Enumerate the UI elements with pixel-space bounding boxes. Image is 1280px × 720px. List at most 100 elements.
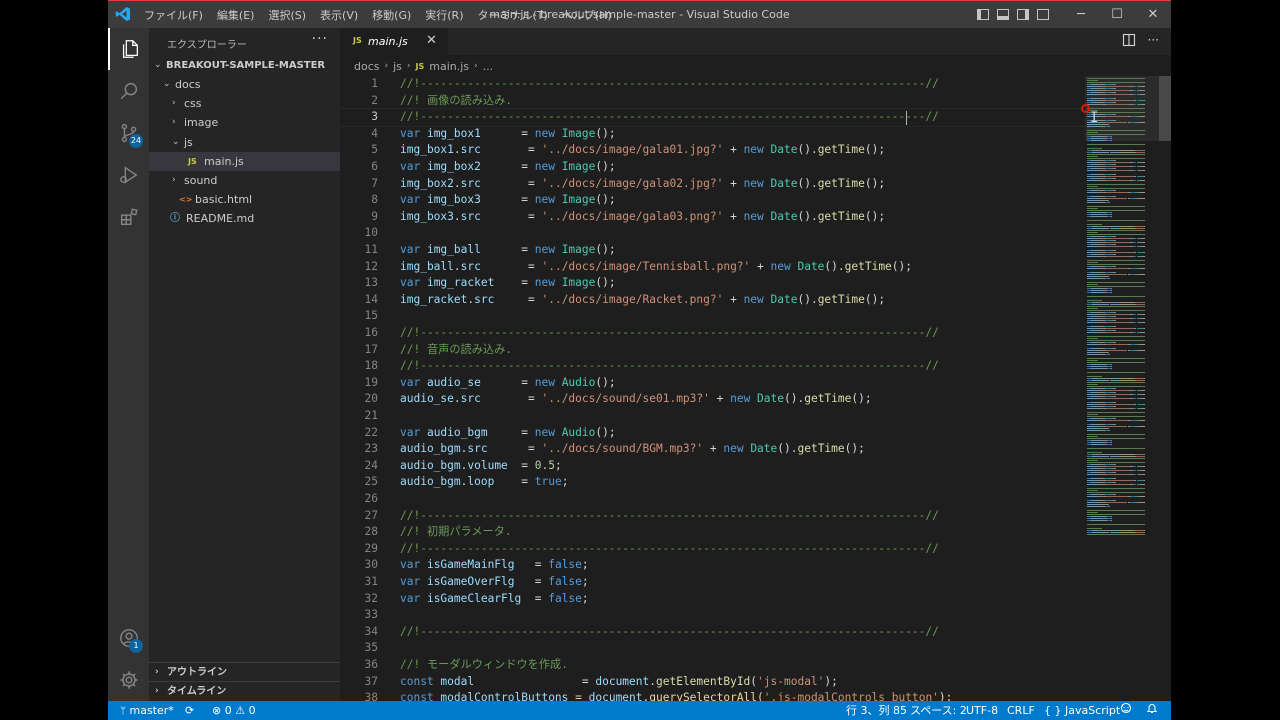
code-line[interactable]: 17 //! 音声の読み込み. [340,342,1085,359]
code-line[interactable]: 11 var img_ball = new Image(); [340,242,1085,259]
tree-item-main-js[interactable]: JS main.js [149,151,340,171]
minimize-button[interactable]: ─ [1063,1,1099,28]
gear-icon[interactable] [108,659,149,701]
outline-section[interactable]: › アウトライン [149,662,340,682]
tab-main-js[interactable]: JS main.js ✕ [340,28,448,55]
code-token: //!-------------------------------------… [400,541,939,555]
code-line[interactable]: 15 [340,308,1085,325]
code-editor[interactable]: 1 //!------------------------------------… [340,76,1085,701]
minimap-line [1090,440,1103,441]
tree-item-js[interactable]: ⌄ js [149,133,340,152]
close-tab-icon[interactable]: ✕ [426,33,437,48]
explorer-more-actions-button[interactable]: ··· [312,31,328,47]
code-token: isGameClearFlg [426,591,522,605]
branch-indicator[interactable]: ᛘ master* [120,701,174,720]
cursor-position[interactable]: 行 3、列 85 [846,701,907,720]
code-token: var [400,193,427,207]
code-line[interactable]: 16 //!-----------------------------------… [340,325,1085,342]
code-line[interactable]: 29 //!-----------------------------------… [340,541,1085,558]
code-line[interactable]: 9 img_box3.src = '../docs/image/gala03.pn… [340,209,1085,226]
run-debug-icon[interactable] [108,154,149,196]
minimap[interactable] [1085,76,1171,701]
code-line[interactable]: 34 //!-----------------------------------… [340,624,1085,641]
tree-item-basic-html[interactable]: <> basic.html [149,190,340,209]
tree-item-readme-md[interactable]: ⓘ README.md [149,209,340,228]
code-line[interactable]: 5 img_box1.src = '../docs/image/gala01.jp… [340,142,1085,159]
tree-item-sound[interactable]: › sound [149,171,340,190]
minimap-line [1135,152,1145,153]
tree-item-docs[interactable]: ⌄ docs [149,75,340,94]
tree-root-folder[interactable]: ⌄ BREAKOUT-SAMPLE-MASTER [149,56,340,75]
code-line[interactable]: 20 audio_se.src = '../docs/sound/se01.mp3… [340,391,1085,408]
language-mode[interactable]: { } JavaScript [1044,701,1120,720]
code-line[interactable]: 23 audio_bgm.src = '../docs/sound/BGM.mp3… [340,441,1085,458]
code-line[interactable]: 37 const modal = document.getElementById(… [340,674,1085,691]
files-icon[interactable] [108,28,149,70]
code-line[interactable]: 2 //! 画像の読み込み. [340,93,1085,110]
breadcrumb-docs[interactable]: docs [354,60,380,73]
toggle-secondary-sidebar-icon[interactable] [1017,9,1029,20]
search-icon[interactable] [108,70,149,112]
menu-item[interactable]: 編集(E) [217,7,255,23]
tree-item-image[interactable]: › image [149,113,340,132]
bell-icon[interactable] [1146,701,1158,720]
menu-item[interactable]: 選択(S) [268,7,306,23]
code-line[interactable]: 26 [340,491,1085,508]
code-line[interactable]: 25 audio_bgm.loop = true; [340,474,1085,491]
feedback-icon[interactable] [1120,701,1132,720]
menu-item[interactable]: ヘルプ(H) [562,7,612,23]
customize-layout-icon[interactable] [1037,9,1049,20]
code-line[interactable]: 31 var isGameOverFlg = false; [340,574,1085,591]
code-line[interactable]: 30 var isGameMainFlg = false; [340,557,1085,574]
code-line[interactable]: 36 //! モーダルウィンドウを作成. [340,657,1085,674]
breadcrumb-main-js[interactable]: main.js [429,60,469,73]
code-line[interactable]: 38 const modalControlButtons = document.q… [340,690,1085,701]
tree-item-css[interactable]: › css [149,94,340,113]
code-line[interactable]: 8 var img_box3 = new Image(); [340,192,1085,209]
code-line[interactable]: 18 //!-----------------------------------… [340,358,1085,375]
code-line[interactable]: 21 [340,408,1085,425]
code-line[interactable]: 12 img_ball.src = '../docs/image/Tennisba… [340,259,1085,276]
vertical-scrollbar[interactable] [1159,76,1171,141]
minimap-line [1142,484,1145,485]
menu-item[interactable]: 実行(R) [425,7,463,23]
more-actions-icon[interactable]: ··· [1148,33,1159,47]
encoding[interactable]: UTF-8 [966,701,998,720]
close-window-button[interactable]: ✕ [1135,1,1171,28]
code-line[interactable]: 3 //!------------------------------------… [340,108,1085,127]
code-line[interactable]: 4 var img_box1 = new Image(); [340,126,1085,143]
split-editor-icon[interactable] [1122,33,1136,47]
menu-item[interactable]: 表示(V) [320,7,358,23]
code-line[interactable]: 24 audio_bgm.volume = 0.5; [340,458,1085,475]
code-line[interactable]: 32 var isGameClearFlg = false; [340,591,1085,608]
code-line[interactable]: 19 var audio_se = new Audio(); [340,375,1085,392]
toggle-panel-icon[interactable] [997,9,1009,20]
code-line[interactable]: 14 img_racket.src = '../docs/image/Racket… [340,292,1085,309]
code-line[interactable]: 22 var audio_bgm = new Audio(); [340,425,1085,442]
extensions-icon[interactable] [108,196,149,238]
toggle-primary-sidebar-icon[interactable] [977,9,989,20]
code-line[interactable]: 7 img_box2.src = '../docs/image/gala02.jp… [340,176,1085,193]
maximize-button[interactable]: ☐ [1099,1,1135,28]
accounts-icon[interactable]: 1 [108,617,149,659]
code-line[interactable]: 35 [340,640,1085,657]
breadcrumb-js[interactable]: js [393,60,402,73]
code-line[interactable]: 33 [340,607,1085,624]
minimap-line [1113,254,1116,255]
problems-indicator[interactable]: ⊗ 0 ⚠ 0 [212,701,256,720]
timeline-section[interactable]: › タイムライン [149,681,340,701]
menu-item[interactable]: ターミナル(T) [478,7,548,23]
code-line[interactable]: 27 //!-----------------------------------… [340,508,1085,525]
menu-item[interactable]: ファイル(F) [144,7,203,23]
code-line[interactable]: 1 //!------------------------------------… [340,76,1085,93]
code-line[interactable]: 10 [340,225,1085,242]
code-line[interactable]: 13 var img_racket = new Image(); [340,275,1085,292]
breadcrumb-symbol[interactable]: ... [483,60,494,73]
line-ending[interactable]: CRLF [1007,701,1035,720]
menu-item[interactable]: 移動(G) [372,7,411,23]
source-control-icon[interactable]: 24 [108,112,149,154]
code-line[interactable]: 6 var img_box2 = new Image(); [340,159,1085,176]
code-line[interactable]: 28 //! 初期パラメータ. [340,524,1085,541]
indentation[interactable]: スペース: 2 [910,701,967,720]
sync-icon[interactable]: ⟳ [185,701,194,720]
